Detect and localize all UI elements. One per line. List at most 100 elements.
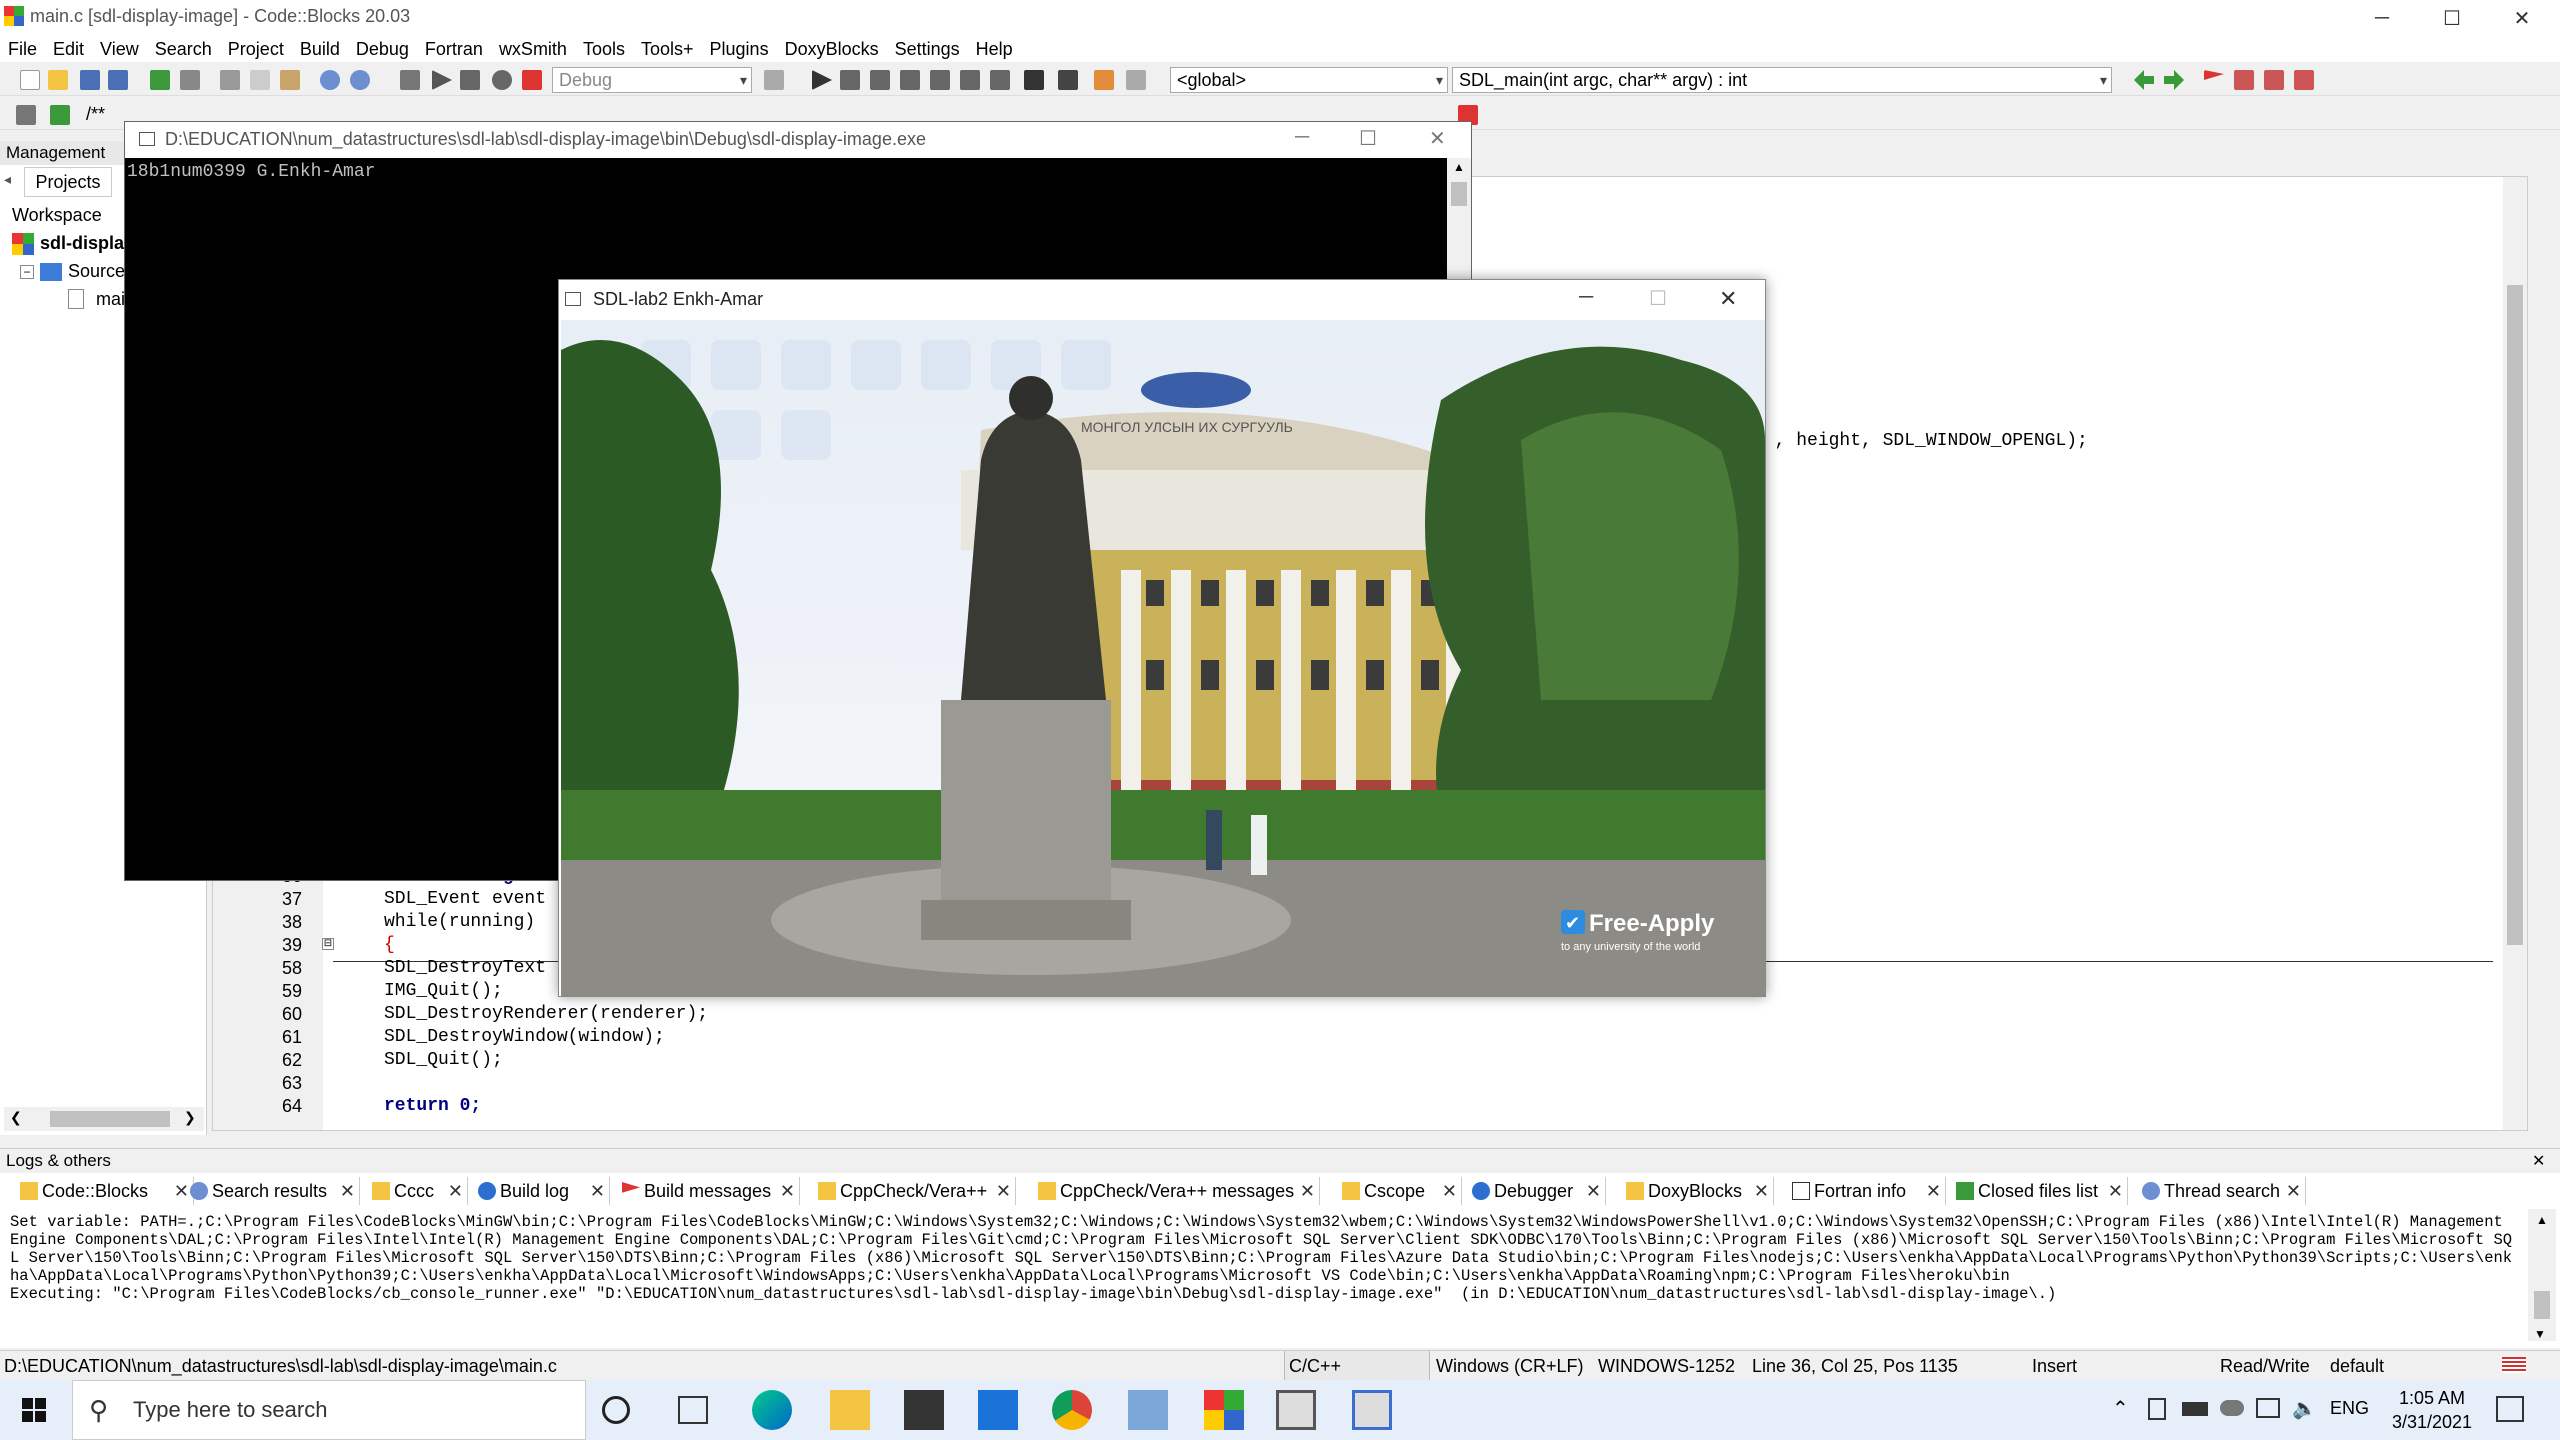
tab-build-log[interactable]: Build log ✕ bbox=[472, 1177, 610, 1205]
scroll-left-icon[interactable]: ❮ bbox=[10, 1109, 22, 1126]
tab-close-icon[interactable]: ✕ bbox=[1926, 1177, 1941, 1205]
fold-toggle-icon[interactable]: ⊟ bbox=[322, 938, 334, 950]
pause-icon[interactable] bbox=[1024, 70, 1044, 90]
run-icon[interactable] bbox=[432, 70, 452, 90]
tab-close-icon[interactable]: ✕ bbox=[590, 1177, 605, 1205]
menu-edit[interactable]: Edit bbox=[45, 36, 92, 62]
new-file-icon[interactable] bbox=[20, 70, 40, 90]
app-icon[interactable] bbox=[1128, 1390, 1168, 1430]
abort-icon[interactable] bbox=[522, 70, 542, 90]
volume-icon[interactable]: 🔈 bbox=[2292, 1396, 2317, 1421]
copy-icon[interactable] bbox=[250, 70, 270, 90]
scroll-up-icon[interactable]: ▲ bbox=[2536, 1213, 2548, 1227]
scrollbar-thumb[interactable] bbox=[50, 1111, 170, 1127]
tab-close-icon[interactable]: ✕ bbox=[1300, 1177, 1315, 1205]
chevron-up-icon[interactable]: ⌃ bbox=[2112, 1396, 2129, 1421]
clear-bookmarks-icon[interactable] bbox=[2294, 70, 2314, 90]
cut-icon[interactable] bbox=[220, 70, 240, 90]
tab-close-icon[interactable]: ✕ bbox=[2286, 1177, 2301, 1205]
console-maximize-button[interactable]: ☐ bbox=[1359, 126, 1377, 151]
save-all-icon[interactable] bbox=[108, 70, 128, 90]
find-icon[interactable] bbox=[320, 70, 340, 90]
console-minimize-button[interactable]: ─ bbox=[1295, 126, 1309, 149]
cloud-icon[interactable] bbox=[2220, 1400, 2244, 1416]
tab-scroll-left-icon[interactable]: ◂ bbox=[4, 171, 11, 188]
network-icon[interactable] bbox=[2256, 1398, 2280, 1418]
paste-icon[interactable] bbox=[280, 70, 300, 90]
notifications-icon[interactable] bbox=[2496, 1396, 2524, 1422]
tree-workspace[interactable]: Workspace bbox=[12, 205, 102, 226]
logs-scrollbar[interactable]: ▲ ▼ bbox=[2528, 1209, 2556, 1341]
sdl-taskbar-icon[interactable] bbox=[1352, 1390, 1392, 1430]
scrollbar-thumb[interactable] bbox=[1451, 182, 1467, 206]
tab-projects[interactable]: Projects bbox=[24, 167, 112, 197]
menu-file[interactable]: File bbox=[0, 36, 45, 62]
menu-project[interactable]: Project bbox=[220, 36, 292, 62]
windows-start-icon[interactable] bbox=[22, 1398, 46, 1422]
menu-view[interactable]: View bbox=[92, 36, 147, 62]
tab-cscope[interactable]: Cscope ✕ bbox=[1336, 1177, 1462, 1205]
stop-debug-icon[interactable] bbox=[1058, 70, 1078, 90]
debug-windows-icon[interactable] bbox=[1094, 70, 1114, 90]
meet-now-icon[interactable] bbox=[2148, 1398, 2166, 1420]
prev-bookmark-icon[interactable] bbox=[2234, 70, 2254, 90]
menu-search[interactable]: Search bbox=[147, 36, 220, 62]
menu-plugins[interactable]: Plugins bbox=[702, 36, 777, 62]
scroll-up-icon[interactable]: ▲ bbox=[1453, 160, 1465, 174]
codeblocks-taskbar-icon[interactable] bbox=[1204, 1390, 1244, 1430]
next-line-icon[interactable] bbox=[870, 70, 890, 90]
file-explorer-icon[interactable] bbox=[830, 1390, 870, 1430]
tab-build-messages[interactable]: Build messages ✕ bbox=[616, 1177, 800, 1205]
build-log-icon[interactable] bbox=[764, 70, 784, 90]
redo-icon[interactable] bbox=[180, 70, 200, 90]
jump-back-icon[interactable] bbox=[2134, 70, 2154, 90]
tree-collapse-icon[interactable]: − bbox=[20, 265, 34, 279]
sdl-minimize-button[interactable]: ─ bbox=[1579, 286, 1593, 309]
tree-project[interactable]: sdl-displa bbox=[40, 233, 124, 254]
battery-icon[interactable] bbox=[2182, 1402, 2208, 1416]
store-icon[interactable] bbox=[904, 1390, 944, 1430]
vertical-scrollbar[interactable] bbox=[2503, 177, 2527, 1130]
scroll-down-icon[interactable]: ▼ bbox=[2534, 1327, 2546, 1341]
rebuild-icon[interactable] bbox=[492, 70, 512, 90]
tree-file-main[interactable]: mai bbox=[96, 289, 125, 310]
sdl-close-button[interactable]: ✕ bbox=[1719, 286, 1737, 312]
logs-close-icon[interactable]: ✕ bbox=[2532, 1151, 2545, 1171]
tab-close-icon[interactable]: ✕ bbox=[1586, 1177, 1601, 1205]
horizontal-scrollbar[interactable]: ❮ ❯ bbox=[4, 1107, 204, 1131]
tab-cppcheck-messages[interactable]: CppCheck/Vera++ messages ✕ bbox=[1032, 1177, 1320, 1205]
tab-fortran-info[interactable]: Fortran info ✕ bbox=[1786, 1177, 1946, 1205]
build-gear-icon[interactable] bbox=[400, 70, 420, 90]
menu-fortran[interactable]: Fortran bbox=[417, 36, 491, 62]
doxy-extract-icon[interactable] bbox=[50, 105, 70, 125]
sdl-window[interactable]: SDL-lab2 Enkh-Amar ─ ☐ ✕ МОНГОЛ УЛСЫН ИХ… bbox=[558, 279, 1766, 997]
tab-debugger[interactable]: Debugger ✕ bbox=[1466, 1177, 1606, 1205]
input-language[interactable]: ENG bbox=[2330, 1398, 2369, 1419]
menu-tools[interactable]: Tools bbox=[575, 36, 633, 62]
function-select[interactable]: SDL_main(int argc, char** argv) : int ▾ bbox=[1452, 67, 2112, 93]
step-into-icon[interactable] bbox=[900, 70, 920, 90]
step-out-icon[interactable] bbox=[930, 70, 950, 90]
tab-cccc[interactable]: Cccc ✕ bbox=[366, 1177, 468, 1205]
undo-icon[interactable] bbox=[150, 70, 170, 90]
menu-wxsmith[interactable]: wxSmith bbox=[491, 36, 575, 62]
menu-tools-plus[interactable]: Tools+ bbox=[633, 36, 702, 62]
console-taskbar-icon[interactable] bbox=[1276, 1390, 1316, 1430]
tab-close-icon[interactable]: ✕ bbox=[448, 1177, 463, 1205]
minimize-button[interactable]: ─ bbox=[2348, 0, 2416, 36]
tab-close-icon[interactable]: ✕ bbox=[340, 1177, 355, 1205]
tab-closed-files[interactable]: Closed files list ✕ bbox=[1950, 1177, 2128, 1205]
tab-thread-search[interactable]: Thread search ✕ bbox=[2136, 1177, 2306, 1205]
tab-close-icon[interactable]: ✕ bbox=[780, 1177, 795, 1205]
menu-build[interactable]: Build bbox=[292, 36, 348, 62]
mail-icon[interactable] bbox=[978, 1390, 1018, 1430]
tab-doxyblocks[interactable]: DoxyBlocks ✕ bbox=[1620, 1177, 1774, 1205]
close-button[interactable]: ✕ bbox=[2488, 0, 2556, 36]
save-icon[interactable] bbox=[80, 70, 100, 90]
next-instruction-icon[interactable] bbox=[960, 70, 980, 90]
build-target-select[interactable]: Debug ▾ bbox=[552, 67, 752, 93]
various-info-icon[interactable] bbox=[1126, 70, 1146, 90]
scrollbar-thumb[interactable] bbox=[2534, 1291, 2550, 1319]
next-bookmark-icon[interactable] bbox=[2264, 70, 2284, 90]
tab-close-icon[interactable]: ✕ bbox=[1754, 1177, 1769, 1205]
